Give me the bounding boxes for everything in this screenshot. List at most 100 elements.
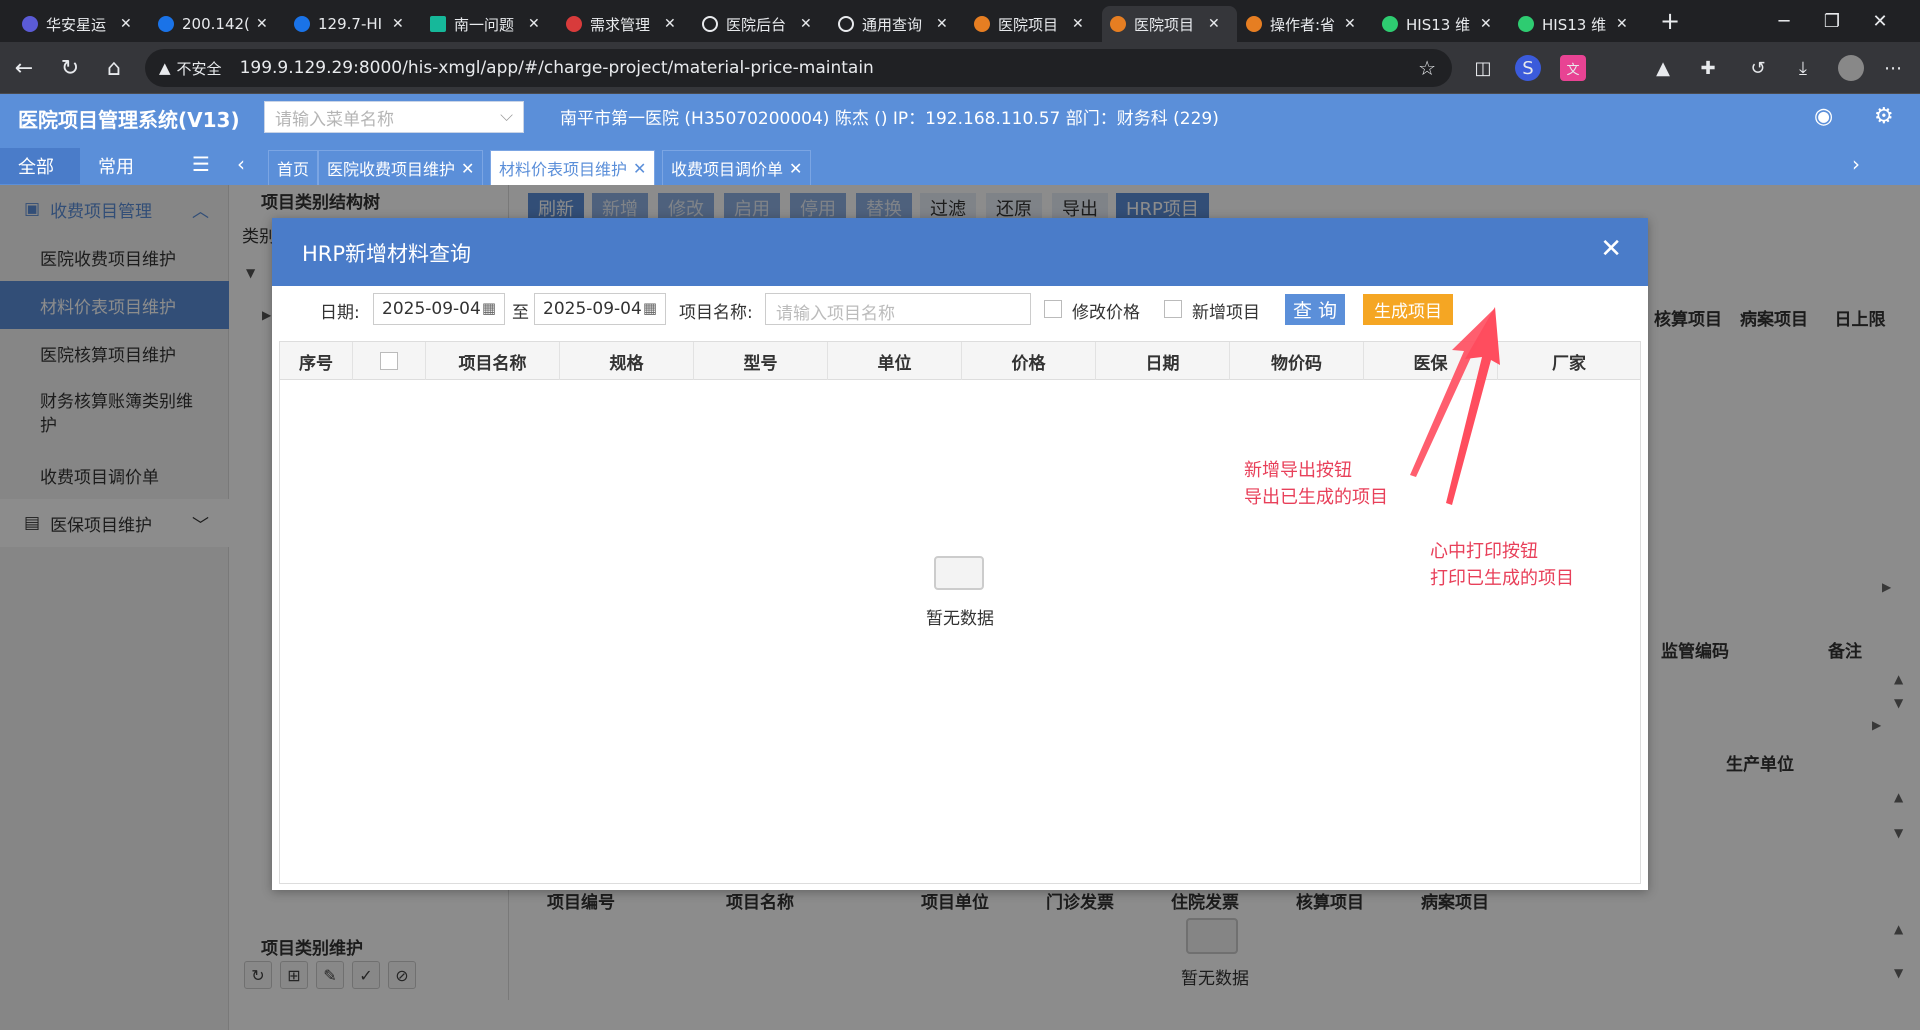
address-bar[interactable]: ▲ 不安全 199.9.129.29:8000/his-xmgl/app/#/c… (145, 49, 1452, 87)
select-all-column[interactable] (353, 342, 426, 380)
globe-icon (838, 16, 854, 32)
col-header: 价格 (962, 342, 1096, 380)
tab-all[interactable]: 全部 (0, 148, 80, 184)
close-icon[interactable]: ✕ (1072, 16, 1084, 32)
browser-tab[interactable]: 华安星运 ✕ (14, 6, 149, 42)
page-tab-home[interactable]: 首页 (268, 150, 319, 185)
annotation-note-export: 新增导出按钮 导出已生成的项目 (1244, 460, 1388, 508)
new-project-label: 新增项目 (1192, 303, 1260, 323)
close-icon[interactable]: ✕ (1208, 16, 1220, 32)
home-icon[interactable]: ⌂ (98, 52, 130, 84)
chevron-down-icon: ⌵ (500, 106, 513, 126)
download-icon[interactable]: ⤓ (1790, 55, 1816, 81)
tab-favorites[interactable]: 常用 (80, 148, 160, 184)
site-favicon-icon (22, 16, 38, 32)
date-from-input[interactable]: 2025-09-04 ▦ (373, 293, 505, 325)
window-close-icon[interactable]: ✕ (1856, 0, 1904, 42)
insecure-label: 不安全 (176, 59, 222, 78)
col-header: 型号 (694, 342, 828, 380)
page-tab-material-price[interactable]: 材料价表项目维护 ✕ (490, 150, 656, 185)
browser-tab[interactable]: 操作者:省 ✕ (1238, 6, 1373, 42)
date-to-input[interactable]: 2025-09-04 ▦ (534, 293, 666, 325)
close-icon[interactable]: ✕ (789, 159, 802, 178)
close-icon[interactable]: ✕ (528, 16, 540, 32)
close-icon[interactable]: ✕ (633, 159, 646, 178)
browser-tab[interactable]: 129.7-HI ✕ (286, 6, 421, 42)
extension-icon[interactable]: ▲ (1650, 55, 1676, 81)
back-icon[interactable]: ← (8, 52, 40, 84)
col-header: 物价码 (1230, 342, 1364, 380)
calendar-icon: ▦ (642, 299, 657, 317)
select-all-checkbox[interactable] (380, 352, 398, 370)
col-header: 项目名称 (426, 342, 560, 380)
minimize-icon[interactable]: ─ (1760, 0, 1808, 42)
reload-icon[interactable]: ↻ (54, 52, 86, 84)
dialog-header: HRP新增材料查询 ✕ (272, 218, 1648, 286)
translate-icon[interactable]: 文 (1560, 55, 1586, 81)
history-icon[interactable]: ↺ (1745, 55, 1771, 81)
browser-tab[interactable]: 需求管理 ✕ (558, 6, 693, 42)
site-favicon-icon (1518, 16, 1534, 32)
empty-text: 暂无数据 (926, 609, 994, 629)
site-favicon-icon (974, 16, 990, 32)
browser-toolbar: ← ↻ ⌂ ▲ 不安全 199.9.129.29:8000/his-xmgl/a… (0, 42, 1920, 94)
project-name-input[interactable]: 请输入项目名称 (765, 293, 1031, 325)
page-tab-price-adjust[interactable]: 收费项目调价单 ✕ (662, 150, 812, 185)
close-icon[interactable]: ✕ (1600, 234, 1622, 264)
site-favicon-icon (294, 16, 310, 32)
close-icon[interactable]: ✕ (1616, 16, 1628, 32)
dialog-title: HRP新增材料查询 (302, 242, 472, 266)
maximize-icon[interactable]: ❐ (1808, 0, 1856, 42)
menu-collapse-icon[interactable]: ☰ (192, 152, 210, 176)
to-label: 至 (512, 303, 529, 323)
menu-dots-icon[interactable]: ⋯ (1880, 55, 1906, 81)
extension-icon[interactable]: S (1515, 55, 1541, 81)
browser-tab[interactable]: 医院后台 ✕ (694, 6, 829, 42)
query-button[interactable]: 查 询 (1285, 294, 1345, 325)
col-header: 单位 (828, 342, 962, 380)
reader-icon[interactable]: ◫ (1470, 55, 1496, 81)
url-text[interactable]: 199.9.129.29:8000/his-xmgl/app/#/charge-… (240, 58, 874, 78)
gear-icon[interactable]: ⚙ (1874, 104, 1894, 129)
close-icon[interactable]: ✕ (256, 16, 268, 32)
annotation-note-print: 心中打印按钮 打印已生成的项目 (1430, 541, 1574, 589)
site-favicon-icon (1382, 16, 1398, 32)
modify-price-checkbox[interactable] (1044, 300, 1062, 318)
new-tab-button[interactable]: + (1646, 0, 1694, 42)
browser-tab[interactable]: HIS13 维 ✕ (1510, 6, 1645, 42)
close-icon[interactable]: ✕ (392, 16, 404, 32)
close-icon[interactable]: ✕ (1480, 16, 1492, 32)
browser-tab[interactable]: 医院项目 ✕ (966, 6, 1101, 42)
browser-tab[interactable]: 200.142(✕ (150, 6, 285, 42)
bookmark-star-icon[interactable]: ☆ (1418, 56, 1436, 80)
date-label: 日期: (320, 303, 360, 323)
close-icon[interactable]: ✕ (936, 16, 948, 32)
site-favicon-icon (430, 16, 446, 32)
avatar[interactable] (1838, 55, 1864, 81)
col-header: 日期 (1096, 342, 1230, 380)
new-project-checkbox[interactable] (1164, 300, 1182, 318)
tab-scroll-left-icon[interactable]: ‹ (237, 152, 245, 176)
close-icon[interactable]: ✕ (461, 159, 474, 178)
browser-tab-strip: 华安星运 ✕ 200.142(✕ 129.7-HI ✕ 南一问题 ✕ 需求管理 ✕ 医院… (0, 0, 1920, 42)
close-icon[interactable]: ✕ (1344, 16, 1356, 32)
modify-price-label: 修改价格 (1072, 303, 1140, 323)
close-icon[interactable]: ✕ (800, 16, 812, 32)
browser-tab[interactable]: 通用查询 ✕ (830, 6, 965, 42)
col-header: 规格 (560, 342, 694, 380)
site-favicon-icon (158, 16, 174, 32)
browser-tab[interactable]: 南一问题 ✕ (422, 6, 557, 42)
eye-icon[interactable]: ◉ (1814, 104, 1833, 129)
close-icon[interactable]: ✕ (664, 16, 676, 32)
site-favicon-icon (1246, 16, 1262, 32)
page-tab-charge-project[interactable]: 医院收费项目维护 ✕ (318, 150, 484, 185)
browser-tab-active[interactable]: 医院项目 ✕ (1102, 6, 1237, 42)
tab-scroll-right-icon[interactable]: › (1852, 152, 1860, 176)
menu-search-input[interactable]: 请输入菜单名称 ⌵ (264, 101, 524, 133)
project-name-label: 项目名称: (679, 303, 753, 323)
app-title: 医院项目管理系统(V13) (18, 108, 240, 132)
warning-icon: ▲ (159, 59, 171, 77)
close-icon[interactable]: ✕ (120, 16, 132, 32)
puzzle-icon[interactable]: ✚ (1695, 55, 1721, 81)
browser-tab[interactable]: HIS13 维 ✕ (1374, 6, 1509, 42)
